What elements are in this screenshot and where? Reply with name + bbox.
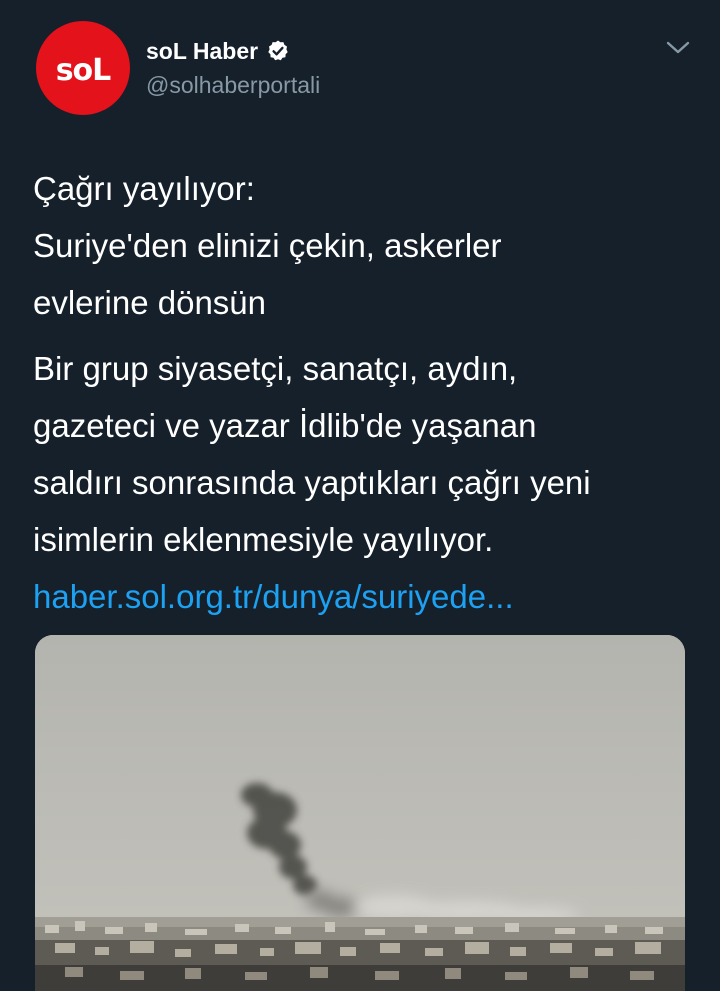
article-link[interactable]: haber.sol.org.tr/dunya/suriyede... [33,578,514,615]
town-skyline [35,917,685,991]
tweet-body: Bir grup siyasetçi, sanatçı, aydın, gaze… [33,340,693,625]
display-name[interactable]: soL Haber [146,38,258,65]
body-line: gazeteci ve yazar İdlib'de yaşanan [33,407,537,444]
headline-line: Suriye'den elinizi çekin, askerler [33,227,502,264]
avatar[interactable]: soL [36,21,130,115]
body-line: Bir grup siyasetçi, sanatçı, aydın, [33,350,518,387]
body-line: isimlerin eklenmesiyle yayılıyor. [33,521,494,558]
media-card[interactable] [35,635,685,991]
headline-line: Çağrı yayılıyor: [33,170,255,207]
chevron-down-icon[interactable] [664,38,692,58]
headline-line: evlerine dönsün [33,284,266,321]
author-name-row: soL Haber [146,36,290,66]
avatar-logo: soL [55,53,112,88]
tweet-headline: Çağrı yayılıyor: Suriye'den elinizi çeki… [33,160,683,331]
media-image [35,635,685,991]
tweet: soL soL Haber @solhaberportali Çağrı yay… [0,0,720,991]
verified-badge-icon [268,40,288,61]
user-handle[interactable]: @solhaberportali [146,72,320,99]
body-line: saldırı sonrasında yaptıkları çağrı yeni [33,464,591,501]
